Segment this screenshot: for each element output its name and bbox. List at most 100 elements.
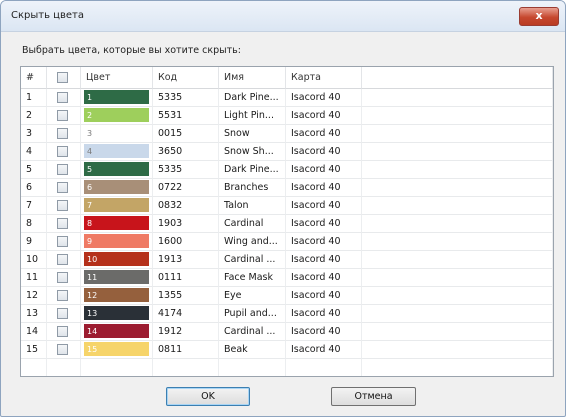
row-number: 7 <box>21 197 47 215</box>
empty-cell <box>21 359 47 376</box>
hide-color-checkbox[interactable] <box>57 164 68 175</box>
color-cell: 3 <box>81 125 153 143</box>
table-row[interactable]: 11 11 0111 Face Mask Isacord 40 <box>21 269 553 287</box>
color-swatch: 4 <box>84 144 149 158</box>
hide-color-checkbox[interactable] <box>57 218 68 229</box>
color-name: Eye <box>219 287 286 305</box>
color-cell: 9 <box>81 233 153 251</box>
column-header-map[interactable]: Карта <box>286 67 362 89</box>
color-chart: Isacord 40 <box>286 233 362 251</box>
row-checkbox-cell <box>47 107 81 125</box>
color-chart: Isacord 40 <box>286 143 362 161</box>
color-chart: Isacord 40 <box>286 89 362 107</box>
color-swatch: 13 <box>84 306 149 320</box>
color-code: 1903 <box>153 215 219 233</box>
color-chart: Isacord 40 <box>286 341 362 359</box>
table-row[interactable]: 10 10 1913 Cardinal ... Isacord 40 <box>21 251 553 269</box>
row-number: 3 <box>21 125 47 143</box>
table-row[interactable]: 15 15 0811 Beak Isacord 40 <box>21 341 553 359</box>
row-spacer <box>362 215 553 233</box>
color-swatch: 2 <box>84 108 149 122</box>
row-number: 10 <box>21 251 47 269</box>
color-name: Beak <box>219 341 286 359</box>
table-row[interactable]: 1 1 5335 Dark Pine... Isacord 40 <box>21 89 553 107</box>
table-row[interactable]: 9 9 1600 Wing and... Isacord 40 <box>21 233 553 251</box>
color-name: Snow <box>219 125 286 143</box>
color-name: Snow Sh... <box>219 143 286 161</box>
hide-color-checkbox[interactable] <box>57 254 68 265</box>
color-cell: 7 <box>81 197 153 215</box>
row-checkbox-cell <box>47 287 81 305</box>
table-row[interactable]: 13 13 4174 Pupil and... Isacord 40 <box>21 305 553 323</box>
hide-color-checkbox[interactable] <box>57 128 68 139</box>
table-row[interactable]: 5 5 5335 Dark Pine... Isacord 40 <box>21 161 553 179</box>
color-name: Light Pin... <box>219 107 286 125</box>
row-spacer <box>362 143 553 161</box>
instruction-label: Выбрать цвета, которые вы хотите скрыть: <box>22 45 241 56</box>
cancel-button[interactable]: Отмена <box>331 387 416 406</box>
row-spacer <box>362 125 553 143</box>
hide-color-checkbox[interactable] <box>57 146 68 157</box>
table-row[interactable]: 3 3 0015 Snow Isacord 40 <box>21 125 553 143</box>
color-name: Pupil and... <box>219 305 286 323</box>
color-name: Wing and... <box>219 233 286 251</box>
color-swatch: 5 <box>84 162 149 176</box>
color-swatch: 7 <box>84 198 149 212</box>
column-header-select-all[interactable] <box>47 67 81 89</box>
hide-color-checkbox[interactable] <box>57 308 68 319</box>
column-header-number[interactable]: # <box>21 67 47 89</box>
color-code: 5335 <box>153 161 219 179</box>
color-swatch: 11 <box>84 270 149 284</box>
row-spacer <box>362 287 553 305</box>
close-button[interactable]: x <box>519 7 559 26</box>
row-checkbox-cell <box>47 179 81 197</box>
table-row[interactable]: 4 4 3650 Snow Sh... Isacord 40 <box>21 143 553 161</box>
table-row[interactable]: 6 6 0722 Branches Isacord 40 <box>21 179 553 197</box>
color-code: 0015 <box>153 125 219 143</box>
hide-color-checkbox[interactable] <box>57 200 68 211</box>
table-row[interactable]: 7 7 0832 Talon Isacord 40 <box>21 197 553 215</box>
row-checkbox-cell <box>47 269 81 287</box>
color-chart: Isacord 40 <box>286 215 362 233</box>
row-checkbox-cell <box>47 161 81 179</box>
ok-button[interactable]: OK <box>166 387 250 406</box>
hide-color-checkbox[interactable] <box>57 182 68 193</box>
row-number: 13 <box>21 305 47 323</box>
column-header-code[interactable]: Код <box>153 67 219 89</box>
hide-color-checkbox[interactable] <box>57 92 68 103</box>
hide-color-checkbox[interactable] <box>57 290 68 301</box>
color-cell: 8 <box>81 215 153 233</box>
color-name: Cardinal <box>219 215 286 233</box>
row-spacer <box>362 89 553 107</box>
color-name: Talon <box>219 197 286 215</box>
column-header-color[interactable]: Цвет <box>81 67 153 89</box>
color-name: Dark Pine... <box>219 89 286 107</box>
row-checkbox-cell <box>47 215 81 233</box>
empty-cell <box>153 359 219 376</box>
color-swatch: 8 <box>84 216 149 230</box>
table-row[interactable]: 2 2 5531 Light Pin... Isacord 40 <box>21 107 553 125</box>
hide-color-checkbox[interactable] <box>57 272 68 283</box>
table-row[interactable]: 12 12 1355 Eye Isacord 40 <box>21 287 553 305</box>
color-code: 5335 <box>153 89 219 107</box>
column-header-name[interactable]: Имя <box>219 67 286 89</box>
color-code: 0811 <box>153 341 219 359</box>
table-row[interactable]: 8 8 1903 Cardinal Isacord 40 <box>21 215 553 233</box>
color-chart: Isacord 40 <box>286 179 362 197</box>
color-code: 0722 <box>153 179 219 197</box>
color-name: Dark Pine... <box>219 161 286 179</box>
color-code: 5531 <box>153 107 219 125</box>
color-swatch: 14 <box>84 324 149 338</box>
hide-color-checkbox[interactable] <box>57 326 68 337</box>
select-all-checkbox[interactable] <box>57 72 68 83</box>
hide-color-checkbox[interactable] <box>57 344 68 355</box>
table-row[interactable]: 14 14 1912 Cardinal ... Isacord 40 <box>21 323 553 341</box>
color-code: 0832 <box>153 197 219 215</box>
color-chart: Isacord 40 <box>286 125 362 143</box>
row-checkbox-cell <box>47 143 81 161</box>
row-number: 14 <box>21 323 47 341</box>
color-code: 4174 <box>153 305 219 323</box>
table-header: # Цвет Код Имя Карта <box>21 67 553 89</box>
hide-color-checkbox[interactable] <box>57 110 68 121</box>
hide-color-checkbox[interactable] <box>57 236 68 247</box>
